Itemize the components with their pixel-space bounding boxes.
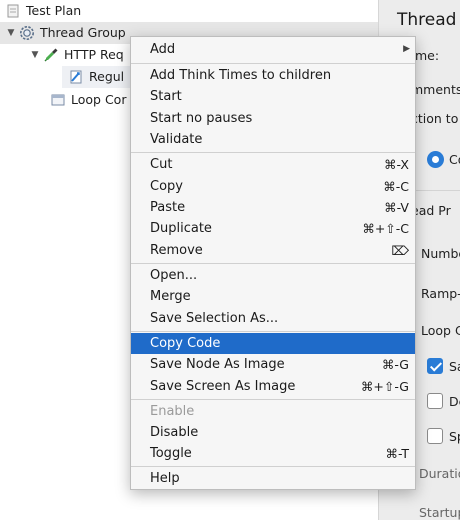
menu-separator [131,466,415,467]
menu-item-label: Toggle [150,446,192,461]
action-label: ction to [411,111,459,126]
menu-item-label: Start [150,89,182,104]
regex-extractor-icon [68,69,84,85]
menu-item-disable[interactable]: Disable [131,422,415,443]
tree-node-label: Test Plan [26,3,82,18]
tree-node-label: HTTP Req [64,47,124,62]
menu-item-duplicate[interactable]: Duplicate ⌘+⇧-C [131,218,415,239]
menu-item-help[interactable]: Help [131,468,415,489]
menu-item-toggle[interactable]: Toggle ⌘-T [131,443,415,464]
test-plan-icon [5,3,21,19]
menu-item-label: Add [150,42,176,57]
loop-count-label: Loop C [421,323,460,338]
menu-item-label: Open... [150,268,198,283]
menu-item-label: Validate [150,132,203,147]
menu-item-label: Merge [150,289,191,304]
menu-item-label: Save Screen As Image [150,379,296,394]
expand-toggle-icon[interactable]: ▼ [29,44,41,66]
menu-item-label: Paste [150,200,186,215]
same-user-checkbox[interactable] [427,358,443,374]
menu-item-label: Disable [150,425,199,440]
shortcut-text: ⌘+⇧-G [360,379,409,394]
shortcut-text: ⌘-V [384,200,409,215]
menu-item-add[interactable]: Add ▶ [131,39,415,60]
name-label: me: [415,48,440,63]
thread-properties-label: ead Pr [411,203,451,218]
shortcut-text: ⌘-X [384,157,409,172]
tree-node-label: Loop Cor [71,92,127,107]
menu-item-label: Help [150,471,180,486]
menu-item-add-think-times[interactable]: Add Think Times to children [131,65,415,86]
menu-item-paste[interactable]: Paste ⌘-V [131,197,415,218]
delay-thread-label: De [449,394,460,409]
menu-item-start[interactable]: Start [131,86,415,107]
submenu-arrow-icon: ▶ [403,44,410,54]
startup-delay-label: Startup [419,505,460,520]
pipette-icon [43,47,59,63]
menu-item-label: Save Node As Image [150,357,285,372]
panel-title: Thread G [397,10,460,30]
menu-item-merge[interactable]: Merge [131,286,415,307]
menu-item-label: Copy [150,179,183,194]
tree-node-label: Thread Group [40,25,126,40]
menu-item-label: Save Selection As... [150,311,279,326]
menu-separator [131,152,415,153]
tree-node-test-plan[interactable]: Test Plan [0,0,378,22]
menu-item-label: Cut [150,157,173,172]
menu-item-remove[interactable]: Remove ⌦ [131,240,415,261]
menu-item-label: Enable [150,404,195,419]
shortcut-text: ⌘-G [381,357,409,372]
gear-icon [19,25,35,41]
menu-separator [131,399,415,400]
menu-item-cut[interactable]: Cut ⌘-X [131,154,415,175]
specify-lifetime-checkbox[interactable] [427,428,443,444]
menu-separator [131,63,415,64]
menu-item-save-node-as-image[interactable]: Save Node As Image ⌘-G [131,354,415,375]
continue-radio[interactable] [427,151,444,168]
menu-item-enable: Enable [131,401,415,422]
context-menu: Add ▶ Add Think Times to children Start … [130,36,416,490]
menu-item-start-no-pauses[interactable]: Start no pauses [131,108,415,129]
continue-label: Co [449,152,460,167]
comments-label: mments [411,82,460,97]
ramp-up-label: Ramp- [421,286,460,301]
menu-item-open[interactable]: Open... [131,265,415,286]
menu-item-label: Copy Code [150,336,221,351]
menu-item-copy-code[interactable]: Copy Code [131,333,415,354]
shortcut-text: ⌘-C [383,179,409,194]
delay-thread-checkbox[interactable] [427,393,443,409]
duration-label: Duratio [419,466,460,481]
same-user-label: Sa [449,359,460,374]
number-of-threads-label: Numbe [421,246,460,261]
menu-separator [131,263,415,264]
menu-item-save-screen-as-image[interactable]: Save Screen As Image ⌘+⇧-G [131,376,415,397]
delete-forward-icon: ⌦ [391,243,409,258]
section-divider [415,190,460,191]
specify-lifetime-label: Sp [449,429,460,444]
shortcut-text: ⌘+⇧-C [362,221,409,236]
menu-item-label: Add Think Times to children [150,68,332,83]
loop-controller-icon [50,92,66,108]
menu-item-label: Duplicate [150,221,212,236]
menu-separator [131,331,415,332]
menu-item-validate[interactable]: Validate [131,129,415,150]
shortcut-text: ⌘-T [385,446,410,461]
menu-item-save-selection-as[interactable]: Save Selection As... [131,308,415,329]
menu-item-copy[interactable]: Copy ⌘-C [131,176,415,197]
tree-node-label: Regul [89,69,125,84]
menu-item-label: Start no pauses [150,111,253,126]
expand-toggle-icon[interactable]: ▼ [5,22,17,44]
menu-item-label: Remove [150,243,203,258]
